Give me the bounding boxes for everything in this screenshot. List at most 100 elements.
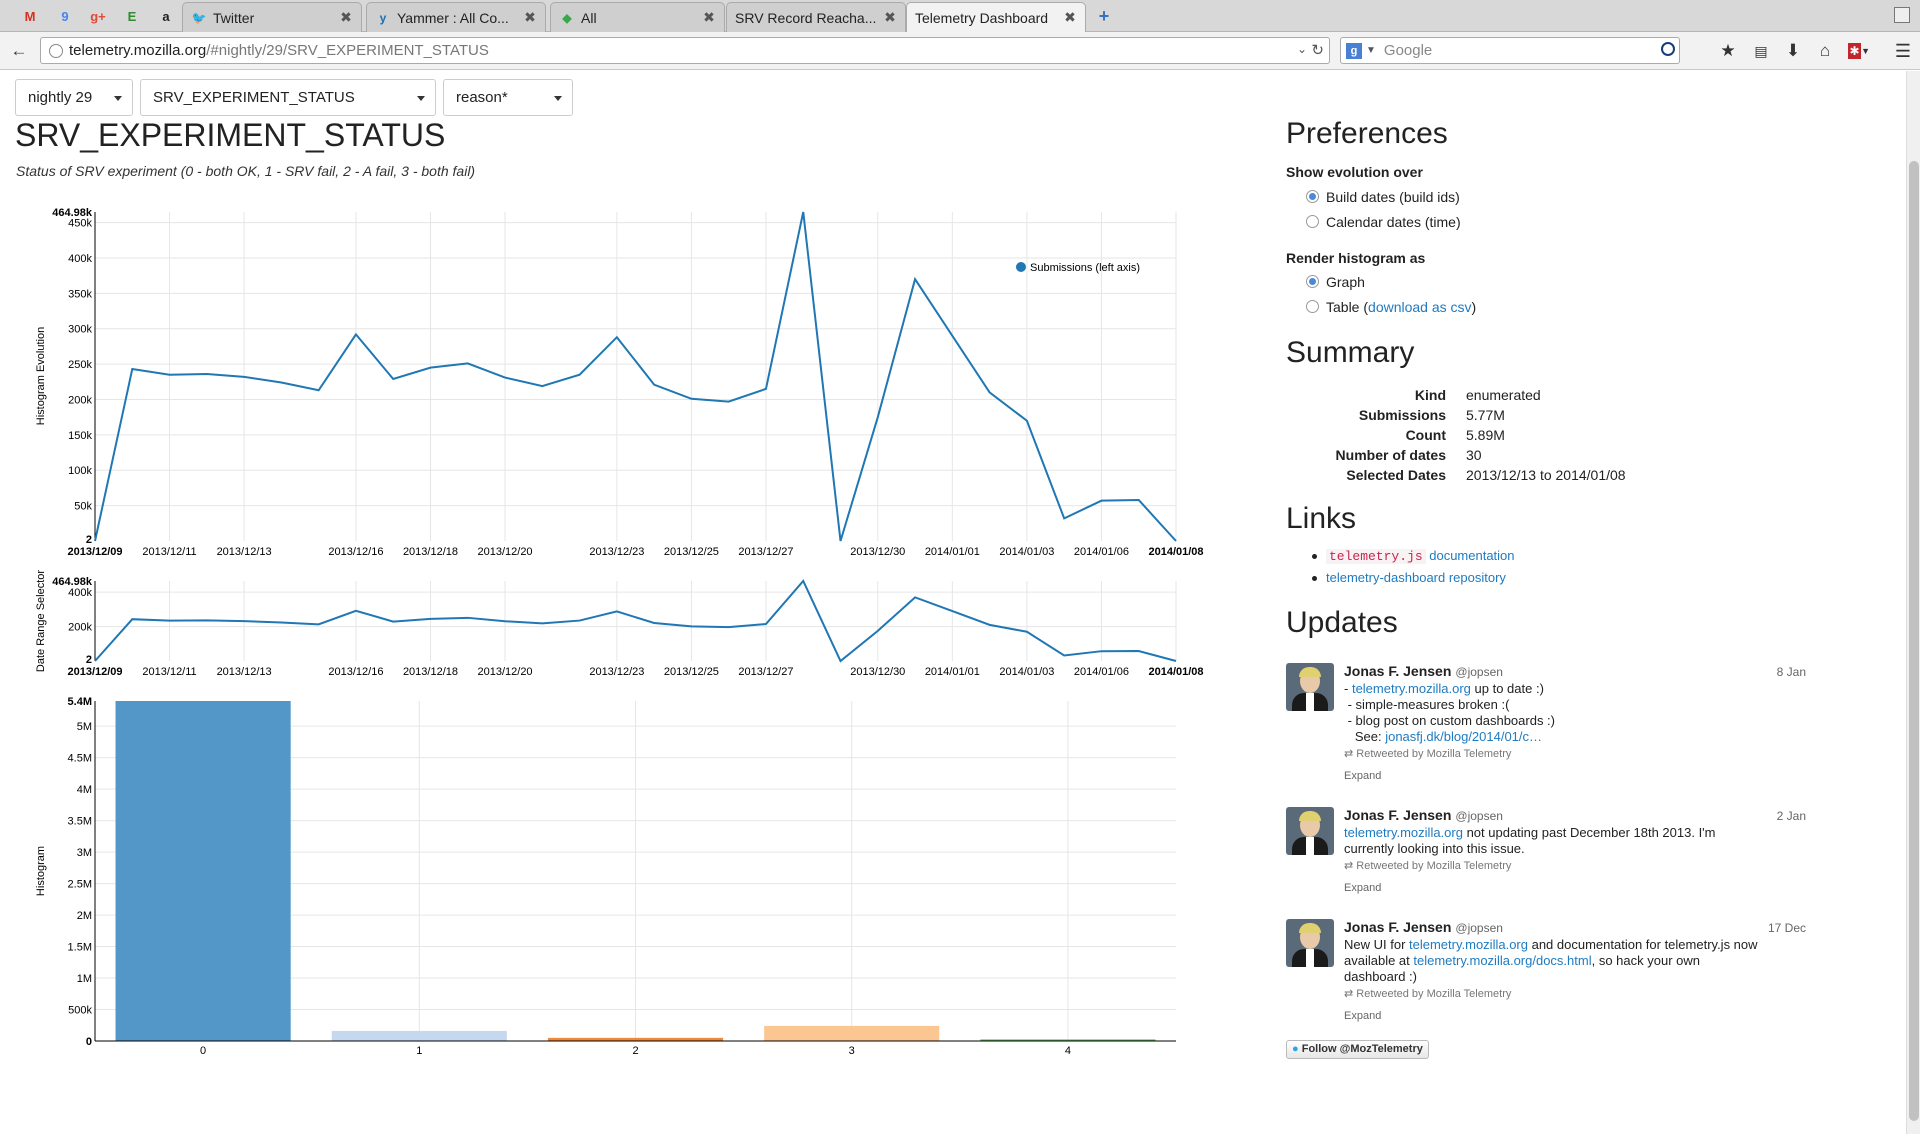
home-icon[interactable]: ⌂ [1814,40,1836,62]
y-tick-label: 300k [68,324,92,336]
close-tab-icon[interactable]: ✖ [881,9,899,26]
x-tick-label: 2013/12/18 [403,546,458,558]
x-tick-label: 2013/12/11 [142,546,196,558]
tweet-link[interactable]: jonasfj.dk/blog/2014/01/c… [1385,729,1542,744]
expand-link[interactable]: Expand [1344,768,1784,784]
google-search-engine-icon[interactable]: g [1346,42,1362,59]
browser-tab-4[interactable]: Telemetry Dashboard ✖ [906,2,1086,32]
bullet [1312,554,1317,560]
pinned-tab-4[interactable]: a [156,6,176,26]
page-scrollbar[interactable] [1906,71,1920,1134]
y-tick-label: 500k [68,1005,92,1017]
tweet-author[interactable]: Jonas F. Jensen @jopsen [1344,919,1503,935]
y-tick-label: 200k [68,394,92,406]
x-tick-label: 2013/12/09 [67,546,122,558]
pinned-tab-1[interactable]: 9 [55,6,75,26]
browser-tab-2[interactable]: ◆ All ✖ [550,2,725,32]
x-tick-label: 1 [416,1045,422,1057]
scrollbar-thumb[interactable] [1909,161,1919,1121]
tweet-date[interactable]: 17 Dec [1768,921,1806,935]
browser-nav-bar: ← telemetry.mozilla.org/#nightly/29/SRV_… [0,32,1920,70]
tweet-link[interactable]: telemetry.mozilla.org [1352,681,1471,696]
browser-tab-1[interactable]: y Yammer : All Co... ✖ [366,2,546,32]
avatar[interactable] [1286,807,1334,855]
reload-icon[interactable]: ↻ [1311,41,1324,59]
menu-icon[interactable]: ☰ [1892,40,1914,62]
avatar[interactable] [1286,919,1334,967]
expand-link[interactable]: Expand [1344,880,1784,896]
tweet-link[interactable]: telemetry.mozilla.org [1409,937,1528,952]
pinned-tab-3[interactable]: E [122,6,142,26]
bookmark-star-icon[interactable]: ★ [1717,40,1739,62]
tweet-line: dashboard :) [1344,969,1417,984]
y-tick-label: 150k [68,430,92,442]
x-tick-label: 2013/12/20 [478,666,533,678]
tweet-handle[interactable]: @jopsen [1455,665,1503,679]
browser-tab-0[interactable]: 🐦 Twitter ✖ [182,2,362,32]
dashboard-repository-link[interactable]: telemetry-dashboard repository [1326,570,1506,585]
x-tick-label: 2013/12/23 [589,546,644,558]
tweet-handle[interactable]: @jopsen [1455,921,1503,935]
bullet [1312,576,1317,582]
tweet-date[interactable]: 8 Jan [1777,665,1806,679]
downloads-icon[interactable]: ⬇ [1782,40,1804,62]
build-dates-radio[interactable] [1306,190,1319,203]
search-placeholder: Google [1383,42,1433,59]
x-tick-label: 2014/01/01 [925,666,980,678]
graph-radio[interactable] [1306,275,1319,288]
pinned-tab-2[interactable]: g+ [88,6,108,26]
legend-marker[interactable] [1016,262,1026,272]
calendar-dates-radio[interactable] [1306,215,1319,228]
tweet-date[interactable]: 2 Jan [1777,809,1806,823]
close-tab-icon[interactable]: ✖ [337,9,355,26]
y-tick-label: 450k [68,218,92,230]
table-radio[interactable] [1306,300,1319,313]
url-bar[interactable]: telemetry.mozilla.org/#nightly/29/SRV_EX… [40,37,1330,64]
tweet-author[interactable]: Jonas F. Jensen @jopsen [1344,663,1503,679]
histogram-bar[interactable] [115,701,291,1041]
new-tab-button[interactable]: + [1094,6,1114,26]
histogram-bar[interactable] [764,1025,940,1041]
y-tick-label: 350k [68,288,92,300]
y-tick-label: 250k [68,359,92,371]
browser-tab-3[interactable]: SRV Record Reacha... ✖ [726,2,906,32]
close-tab-icon[interactable]: ✖ [700,9,718,26]
url-host: telemetry.mozilla.org [69,42,207,59]
tweet-handle[interactable]: @jopsen [1455,809,1503,823]
tweet-author[interactable]: Jonas F. Jensen @jopsen [1344,807,1503,823]
tweet-link[interactable]: telemetry.mozilla.org/docs.html [1413,953,1591,968]
follow-button[interactable]: ● Follow @MozTelemetry [1286,1040,1429,1059]
y-tick-label: 1M [77,973,92,985]
close-tab-icon[interactable]: ✖ [521,9,539,26]
avatar[interactable] [1286,663,1334,711]
x-tick-label: 2014/01/08 [1148,666,1203,678]
x-tick-label: 2013/12/30 [850,666,905,678]
search-bar[interactable]: g ▼ Google [1340,37,1680,64]
telemetry-js-link[interactable]: telemetry.js [1326,549,1426,564]
search-engine-dropdown-icon[interactable]: ▼ [1366,45,1376,56]
pinned-tab-0[interactable]: M [20,6,40,26]
tab-list-icon[interactable] [1894,7,1910,23]
back-button[interactable]: ← [8,40,30,62]
tweet-line: telemetry.mozilla.org not updating past … [1344,825,1716,840]
close-tab-icon[interactable]: ✖ [1061,9,1079,26]
x-tick-label: 2014/01/06 [1074,666,1129,678]
documentation-link[interactable]: documentation [1426,548,1514,563]
histogram-bar[interactable] [331,1030,507,1041]
reading-list-icon[interactable]: ▤ [1750,40,1772,62]
download-csv-link[interactable]: download as csv [1368,299,1472,315]
tweet-link[interactable]: telemetry.mozilla.org [1344,825,1463,840]
expand-link[interactable]: Expand [1344,1008,1784,1024]
addon-icon[interactable]: ✱ ▼ [1848,40,1870,62]
retweet-info: ⇄ Retweeted by Mozilla Telemetry [1344,988,1512,1000]
summary-value: 30 [1466,447,1482,463]
x-tick-label: 2013/12/23 [589,666,644,678]
tweet-line: - simple-measures broken :( [1344,697,1510,712]
url-dropdown-icon[interactable]: ⌄ [1297,42,1307,56]
url-path: /#nightly/29/SRV_EXPERIMENT_STATUS [206,42,489,59]
twitter-bird-icon: ● [1292,1043,1299,1055]
tweet: Jonas F. Jensen @jopsen 17 Dec New UI for t… [1286,919,1806,1029]
y-tick-label: 4M [77,784,92,796]
search-icon[interactable] [1661,42,1675,56]
gmail-icon: M [24,8,36,24]
